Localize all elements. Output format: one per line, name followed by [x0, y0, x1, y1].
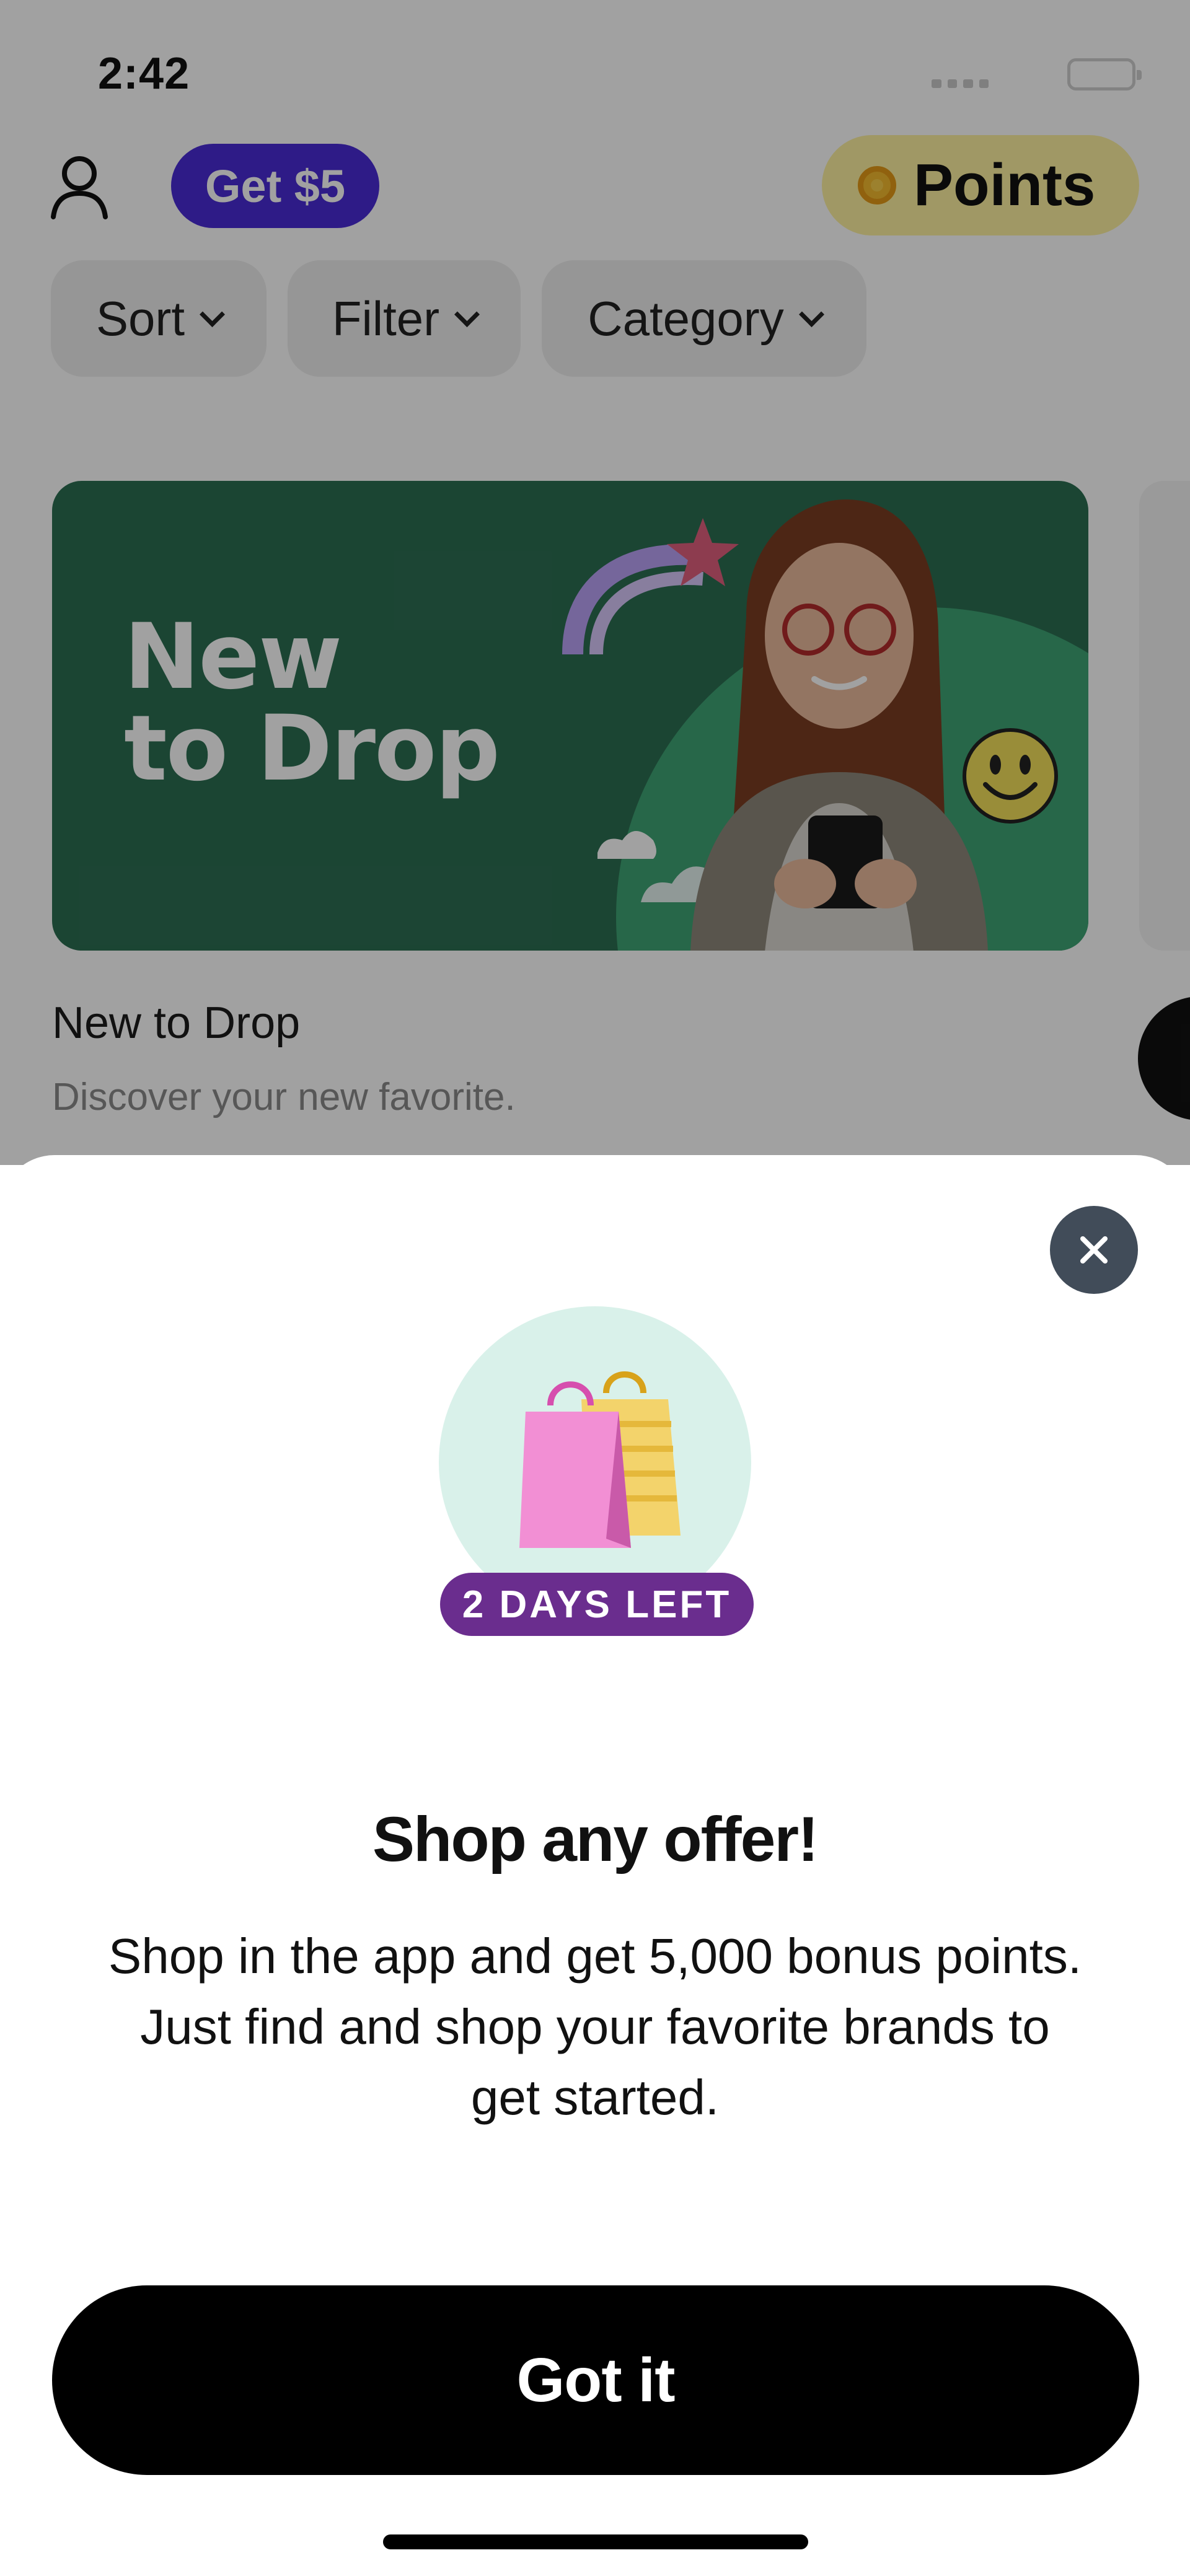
- close-icon: [1080, 1236, 1108, 1264]
- app-background: 2:42 Get $5 Points Sort Filter Category …: [0, 0, 1190, 1165]
- days-left-badge: 2 DAYS LEFT: [440, 1573, 754, 1636]
- got-it-button[interactable]: Got it: [52, 2285, 1139, 2475]
- modal-scrim[interactable]: [0, 0, 1190, 1165]
- home-indicator[interactable]: [383, 2534, 808, 2549]
- shopping-bags-icon: [519, 1371, 681, 1548]
- offer-title: Shop any offer!: [372, 1804, 819, 1875]
- offer-description: Shop in the app and get 5,000 bonus poin…: [108, 1928, 1082, 2125]
- offer-illustration: [439, 1306, 751, 1619]
- close-button[interactable]: [1050, 1206, 1138, 1294]
